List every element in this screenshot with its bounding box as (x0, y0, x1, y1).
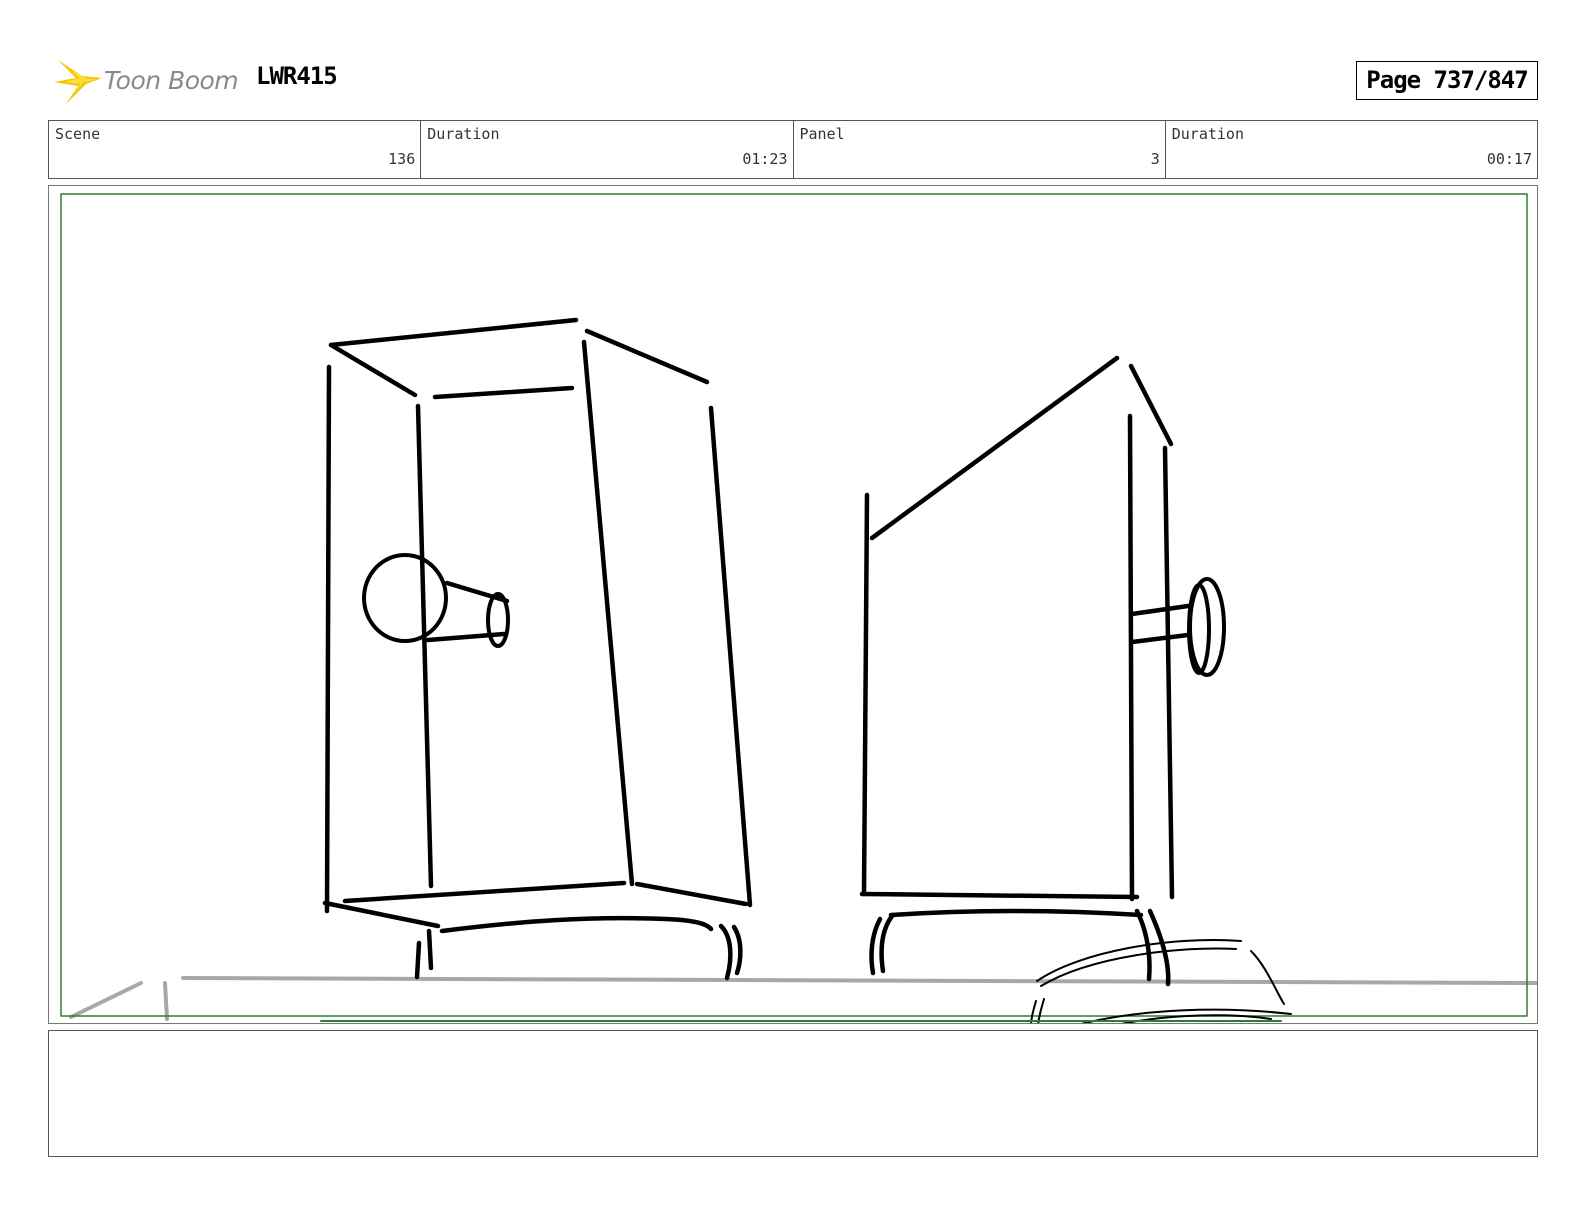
logo-text: Toon Boom (104, 66, 239, 95)
scene-duration-value: 01:23 (742, 150, 788, 168)
scene-label: Scene (55, 125, 101, 143)
panel-value: 3 (1150, 150, 1160, 168)
panel-duration-value: 00:17 (1486, 150, 1532, 168)
project-code: LWR415 (256, 62, 338, 90)
left-cabinet-sketch (322, 317, 753, 981)
right-cabinet-sketch (859, 355, 1226, 987)
panel-sketch (60, 193, 1537, 1023)
storyboard-panel-frame (48, 185, 1538, 1024)
panel-info-bar: Scene 136 Duration 01:23 Panel 3 Duratio… (48, 120, 1538, 179)
page-number: Page 737/847 (1356, 61, 1538, 100)
scene-value: 136 (388, 150, 416, 168)
toon-boom-logo: Toon Boom (52, 56, 242, 108)
panel-duration-label: Duration (1171, 125, 1244, 143)
notes-box (48, 1030, 1538, 1157)
scene-duration-cell: Duration 01:23 (421, 121, 794, 178)
scene-duration-label: Duration (427, 125, 500, 143)
panel-cell: Panel 3 (794, 121, 1166, 178)
scene-cell: Scene 136 (49, 121, 422, 178)
starburst-icon (54, 60, 102, 104)
panel-duration-cell: Duration 00:17 (1166, 121, 1537, 178)
safe-frame (60, 193, 1528, 1017)
floor-lines (69, 976, 1537, 1021)
panel-label: Panel (799, 125, 845, 143)
